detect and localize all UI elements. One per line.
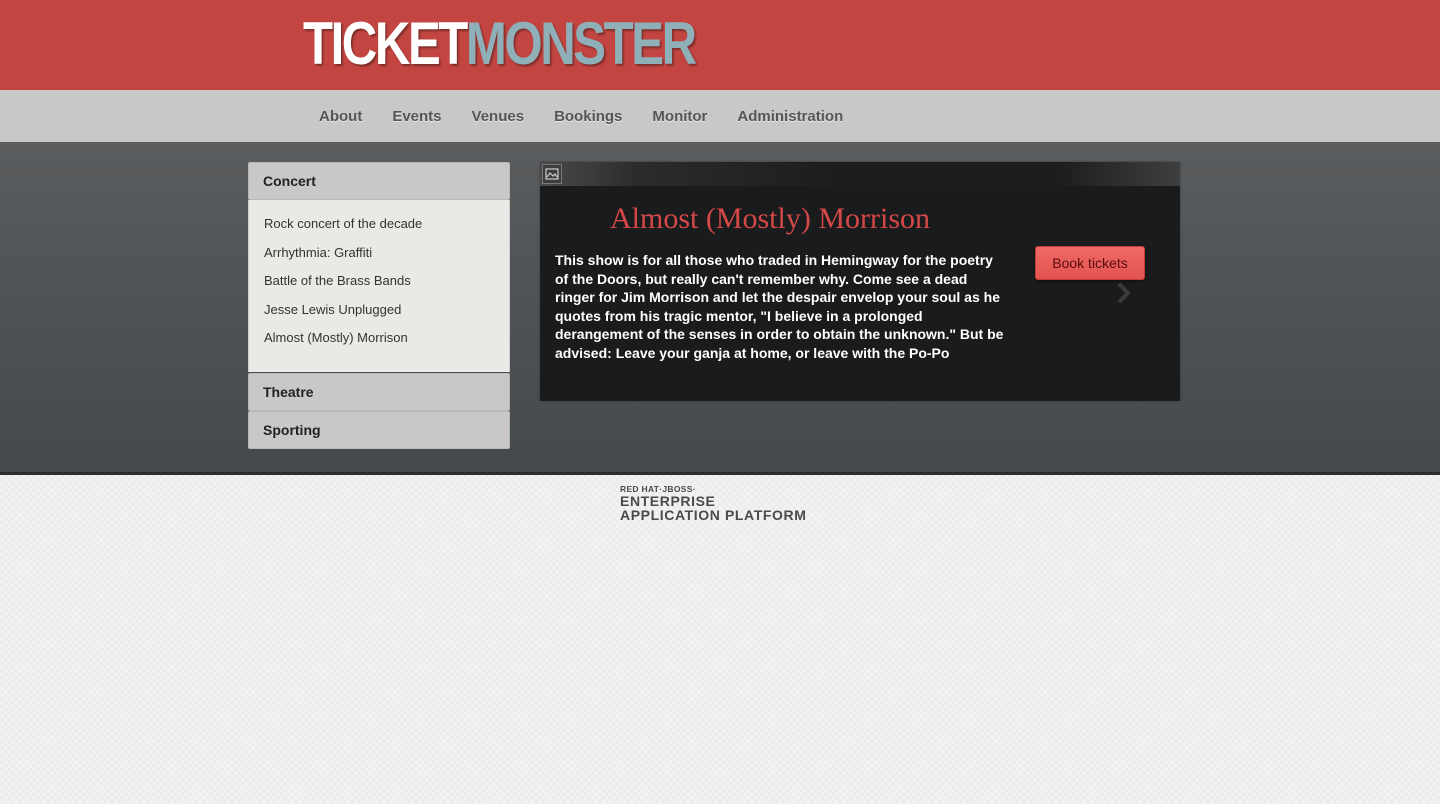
event-link-morrison[interactable]: Almost (Mostly) Morrison (249, 324, 509, 353)
accordion-header-concert[interactable]: Concert (248, 162, 510, 200)
event-title: Almost (Mostly) Morrison (610, 202, 931, 235)
event-carousel: Almost (Mostly) Morrison This show is fo… (540, 162, 1180, 401)
nav-events[interactable]: Events (377, 108, 456, 125)
accordion-header-sporting[interactable]: Sporting (248, 411, 510, 449)
book-tickets-button[interactable]: Book tickets (1035, 246, 1145, 280)
ticketmonster-logo[interactable]: TICKETMONSTER (303, 10, 697, 77)
jboss-eap-logo: RED HAT·JBOSS· ENTERPRISE APPLICATION PL… (620, 485, 807, 523)
header-bar: TICKETMONSTER (0, 0, 1440, 90)
accordion-body-concert: Rock concert of the decade Arrhythmia: G… (248, 200, 510, 372)
brand-line-platform: APPLICATION PLATFORM (620, 507, 807, 523)
event-link-rock-concert[interactable]: Rock concert of the decade (249, 210, 509, 239)
nav-administration[interactable]: Administration (722, 108, 858, 125)
chevron-right-icon[interactable] (1114, 281, 1134, 305)
nav-monitor[interactable]: Monitor (637, 108, 722, 125)
event-link-jesse-lewis[interactable]: Jesse Lewis Unplugged (249, 296, 509, 325)
event-link-brass-bands[interactable]: Battle of the Brass Bands (249, 267, 509, 296)
main-nav: About Events Venues Bookings Monitor Adm… (0, 90, 1440, 143)
nav-bookings[interactable]: Bookings (539, 108, 637, 125)
logo-ticket-text: TICKET (303, 10, 468, 77)
event-link-arrhythmia[interactable]: Arrhythmia: Graffiti (249, 239, 509, 268)
nav-about[interactable]: About (304, 108, 377, 125)
brand-line-enterprise: ENTERPRISE (620, 493, 716, 509)
accordion-header-theatre[interactable]: Theatre (248, 373, 510, 411)
nav-venues[interactable]: Venues (457, 108, 540, 125)
event-description: This show is for all those who traded in… (555, 252, 1004, 361)
logo-monster-text: MONSTER (465, 10, 697, 77)
broken-image-icon (542, 164, 562, 184)
category-accordion: Concert Rock concert of the decade Arrhy… (248, 162, 510, 449)
main-content: Concert Rock concert of the decade Arrhy… (0, 142, 1440, 475)
carousel-image-strip (540, 162, 1180, 186)
